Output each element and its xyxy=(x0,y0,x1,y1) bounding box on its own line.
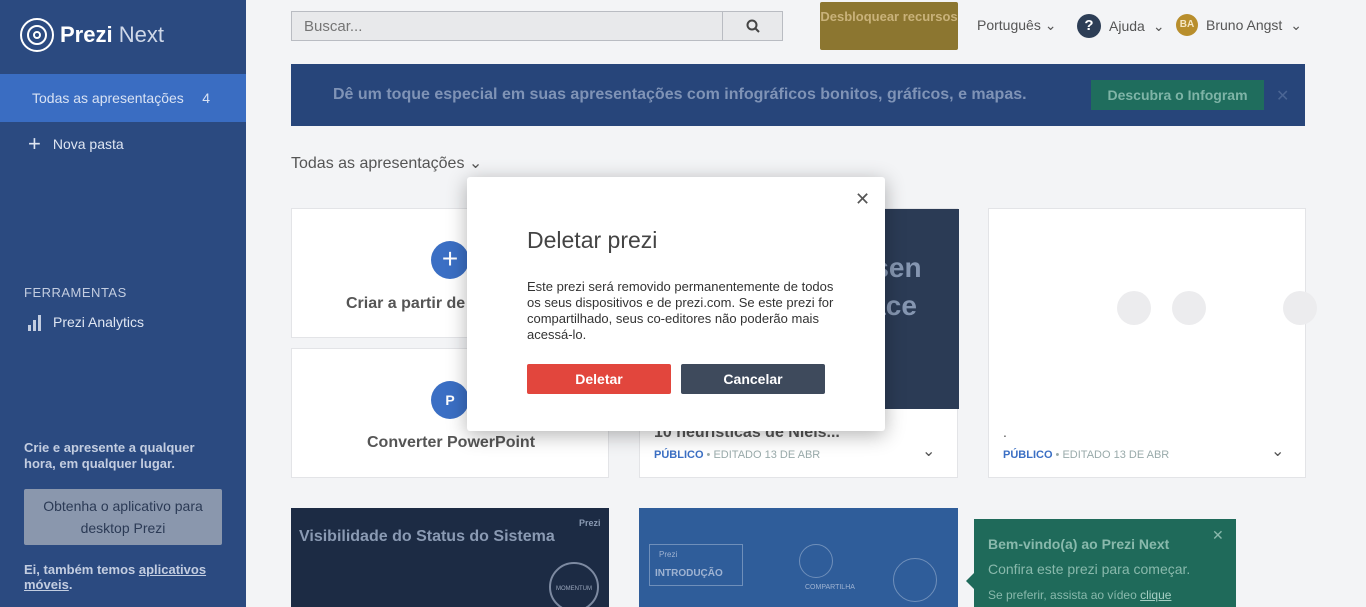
presentation-title: Visibilidade do Status do Sistema xyxy=(299,528,555,545)
search-input[interactable] xyxy=(292,12,722,40)
logo-brand: Prezi xyxy=(60,22,113,47)
chevron-down-icon[interactable]: ⌄ xyxy=(922,441,935,461)
plus-icon: + xyxy=(431,241,469,279)
presentation-meta: PÚBLICO • EDITADO 13 DE ABR xyxy=(654,449,821,461)
analytics-label: Prezi Analytics xyxy=(53,314,145,330)
welcome-title: Bem-vindo(a) ao Prezi Next xyxy=(988,536,1170,552)
user-name: Bruno Angst xyxy=(1206,17,1283,33)
desktop-app-button[interactable]: Obtenha o aplicativo para desktop Prezi xyxy=(24,489,222,545)
bar-chart-icon xyxy=(28,313,41,331)
momentum-badge: MOMENTUM xyxy=(549,562,599,607)
chevron-down-icon: ⌄ xyxy=(1152,17,1165,34)
prezi-logo[interactable]: Prezi Next xyxy=(20,18,164,52)
presentation-count: 4 xyxy=(202,90,210,106)
close-icon[interactable]: ✕ xyxy=(1276,86,1289,106)
intro-label: INTRODUÇÃO xyxy=(655,568,723,579)
welcome-pointer xyxy=(966,573,974,589)
logo-product: Next xyxy=(118,22,164,47)
search-icon xyxy=(746,19,760,33)
prezi-logo-small: Prezi xyxy=(579,518,601,528)
banner-text: Dê um toque especial em suas apresentaçõ… xyxy=(333,86,1027,103)
delete-button[interactable]: Deletar xyxy=(527,364,671,394)
presentation-card[interactable]: Visibilidade do Status do Sistema Prezi … xyxy=(291,508,609,607)
share-icon xyxy=(799,544,833,578)
language-selector[interactable]: Português ⌄ xyxy=(977,17,1056,34)
avatar: BA xyxy=(1176,14,1198,36)
welcome-subtitle: Confira este prezi para começar. xyxy=(988,561,1191,577)
loading-dot xyxy=(1283,291,1317,325)
close-icon[interactable]: ✕ xyxy=(1212,527,1224,544)
discover-infogram-button[interactable]: Descubra o Infogram xyxy=(1091,80,1264,110)
promo-text: Crie e apresente a qualquer hora, em qua… xyxy=(24,440,195,471)
help-menu[interactable]: ? Ajuda ⌄ xyxy=(1077,14,1165,38)
search-bar xyxy=(291,11,783,41)
presentation-title: . xyxy=(1003,424,1007,440)
prezi-logo-icon xyxy=(20,18,54,52)
convert-powerpoint-label: Converter PowerPoint xyxy=(366,434,536,451)
chevron-down-icon[interactable]: ⌄ xyxy=(1271,441,1284,461)
welcome-video-text: Se preferir, assista ao vídeo clique xyxy=(988,588,1172,602)
dialog-title: Deletar prezi xyxy=(527,227,658,253)
chevron-down-icon: ⌄ xyxy=(1044,17,1057,33)
presentation-card[interactable]: Prezi INTRODUÇÃO COMPARTILHA xyxy=(639,508,958,607)
unlock-features-button[interactable]: Desbloquear recursos xyxy=(820,2,958,50)
new-folder-button[interactable]: + Nova pasta xyxy=(28,131,124,156)
delete-prezi-dialog: ✕ Deletar prezi Este prezi será removido… xyxy=(467,177,885,431)
sidebar-item-all-presentations[interactable]: Todas as apresentações 4 xyxy=(0,74,246,122)
tools-heading: FERRAMENTAS xyxy=(24,285,127,300)
presentation-card[interactable]: . PÚBLICO • EDITADO 13 DE ABR ⌄ xyxy=(988,208,1317,478)
sidebar-item-analytics[interactable]: Prezi Analytics xyxy=(28,313,144,331)
help-icon: ? xyxy=(1077,14,1101,38)
chevron-down-icon: ⌄ xyxy=(1290,16,1303,33)
prezi-logo-small: Prezi xyxy=(659,550,678,559)
presentation-meta: PÚBLICO • EDITADO 13 DE ABR xyxy=(1003,449,1170,461)
share-label: COMPARTILHA xyxy=(805,584,855,591)
user-menu[interactable]: BA Bruno Angst ⌄ xyxy=(1176,14,1302,36)
new-folder-label: Nova pasta xyxy=(52,136,124,152)
dialog-message: Este prezi será removido permanentemente… xyxy=(527,279,834,342)
chevron-down-icon: ⌄ xyxy=(468,155,483,172)
cancel-button[interactable]: Cancelar xyxy=(681,364,825,394)
loading-dot xyxy=(1172,291,1206,325)
loading-dot xyxy=(1117,291,1151,325)
people-icon xyxy=(893,558,937,602)
welcome-video-link[interactable]: clique xyxy=(1140,588,1171,602)
sidebar: Prezi Next Todas as apresentações 4 + No… xyxy=(0,0,246,607)
welcome-popover: Bem-vindo(a) ao Prezi Next Confira este … xyxy=(974,519,1236,607)
plus-icon: + xyxy=(28,131,41,156)
search-button[interactable] xyxy=(722,12,782,40)
powerpoint-icon: P xyxy=(431,381,469,419)
section-title[interactable]: Todas as apresentações ⌄ xyxy=(291,153,482,173)
close-icon[interactable]: ✕ xyxy=(855,189,870,210)
mobile-apps-text: Ei, também temos aplicativos móveis. xyxy=(24,562,207,592)
sidebar-item-label: Todas as apresentações xyxy=(32,90,184,106)
create-label: Criar a partir de xyxy=(346,295,466,312)
